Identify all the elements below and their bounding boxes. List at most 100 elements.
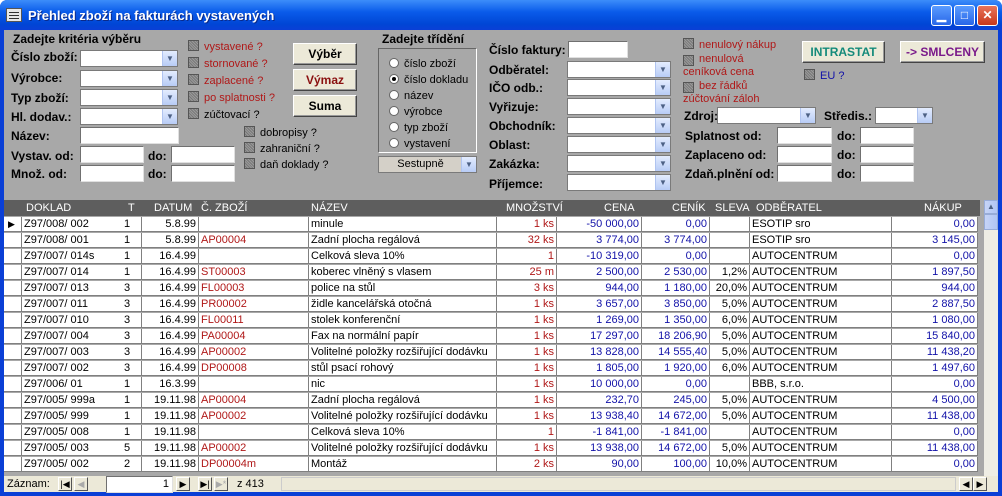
check-stornovane[interactable]: stornované ? [188,57,268,70]
table-cell[interactable]: 1 [122,393,142,408]
chevron-down-icon[interactable]: ▼ [917,108,932,123]
col-odberatel[interactable]: ODBĚRATEL [756,202,822,214]
table-cell[interactable]: 1 ks [497,345,557,360]
table-cell[interactable]: Z97/005/ 002 [22,457,124,472]
table-cell[interactable]: 3 ks [497,281,557,296]
row-selector[interactable] [4,297,22,312]
table-cell[interactable]: Z97/005/ 003 [22,441,124,456]
maximize-button[interactable]: □ [954,5,975,26]
table-cell[interactable]: 2 [122,457,142,472]
table-cell[interactable]: 32 ks [497,233,557,248]
table-cell[interactable]: 1 ks [497,377,557,392]
col-nakup[interactable]: NÁKUP [924,202,962,214]
col-t[interactable]: T [128,202,135,214]
check-eu[interactable]: EU ? [804,69,844,82]
table-cell[interactable]: Z97/007/ 011 [22,297,124,312]
row-selector[interactable] [4,345,22,360]
col-cenik[interactable]: CENÍK [672,202,706,214]
table-cell[interactable]: 3 [122,297,142,312]
table-cell[interactable]: -1 841,00 [557,425,642,440]
scroll-right-icon[interactable]: ▶ [973,477,987,491]
chevron-down-icon[interactable]: ▼ [655,99,670,114]
table-cell[interactable]: AP00002 [199,441,309,456]
table-cell[interactable]: 1 [122,425,142,440]
table-cell[interactable] [199,425,309,440]
table-cell[interactable]: 17 297,00 [557,329,642,344]
table-cell[interactable]: 16.4.99 [142,313,199,328]
table-cell[interactable]: 0,00 [642,377,710,392]
table-cell[interactable]: Montáž [309,457,497,472]
table-row[interactable]: Z97/007/ 014 1 16.4.99 ST00003 koberec vlněn… [4,265,980,281]
ico-combo[interactable]: ▼ [567,79,671,96]
table-cell[interactable]: 1 180,00 [642,281,710,296]
table-cell[interactable]: 1 ks [497,217,557,232]
table-cell[interactable]: 19.11.98 [142,425,199,440]
table-cell[interactable]: 5.8.99 [142,217,199,232]
splatnost-od-input[interactable] [777,127,832,144]
table-row[interactable]: Z97/005/ 008 1 19.11.98 Celková sleva 10% 1-… [4,425,980,441]
chevron-down-icon[interactable]: ▼ [162,109,177,124]
table-row[interactable]: Z97/005/ 002 2 19.11.98 DP00004m Montáž 2 ks 9… [4,457,980,473]
table-cell[interactable]: 3 774,00 [642,233,710,248]
table-cell[interactable]: 2 500,00 [557,265,642,280]
zdroj-combo[interactable]: ▼ [717,107,816,124]
chevron-down-icon[interactable]: ▼ [655,80,670,95]
table-cell[interactable]: 1 ks [497,393,557,408]
table-cell[interactable]: 1 897,50 [892,265,978,280]
last-record-icon[interactable]: ▶| [198,477,212,491]
row-selector[interactable] [4,393,22,408]
oblast-combo[interactable]: ▼ [567,136,671,153]
sort-order-combo[interactable]: Sestupně ▼ [378,156,477,173]
table-cell[interactable]: Z97/007/ 014 [22,265,124,280]
table-cell[interactable]: Celková sleva 10% [309,425,497,440]
horizontal-scrollbar[interactable] [281,477,956,491]
close-button[interactable]: ✕ [977,5,998,26]
row-selector[interactable] [4,313,22,328]
check-dobropisy[interactable]: dobropisy ? [244,126,317,139]
table-cell[interactable]: AP00002 [199,409,309,424]
col-cena[interactable]: CENA [604,202,635,214]
table-cell[interactable]: 2 530,00 [642,265,710,280]
table-cell[interactable]: AP00002 [199,345,309,360]
table-cell[interactable]: 16.4.99 [142,345,199,360]
check-vystavene[interactable]: vystavené ? [188,40,263,53]
table-cell[interactable]: -10 319,00 [557,249,642,264]
table-cell[interactable]: AUTOCENTRUM [750,345,892,360]
stredis-combo[interactable]: ▼ [875,107,933,124]
table-cell[interactable]: židle kancelářská otočná [309,297,497,312]
table-row[interactable]: Z97/008/ 001 1 5.8.99 AP00004 Zadní plocha r… [4,233,980,249]
table-cell[interactable]: Z97/007/ 002 [22,361,124,376]
table-cell[interactable]: DP00008 [199,361,309,376]
check-dan-doklady[interactable]: daň doklady ? [244,158,329,171]
table-cell[interactable]: AP00004 [199,233,309,248]
table-cell[interactable]: AUTOCENTRUM [750,313,892,328]
vymaz-button[interactable]: Výmaz [293,69,357,91]
table-cell[interactable]: 25 m [497,265,557,280]
table-cell[interactable]: 90,00 [557,457,642,472]
table-cell[interactable]: 0,00 [642,249,710,264]
table-cell[interactable] [199,217,309,232]
table-cell[interactable]: 5,0% [710,329,750,344]
table-row[interactable]: Z97/005/ 999a 1 19.11.98 AP00004 Zadní ploch… [4,393,980,409]
table-cell[interactable]: 19.11.98 [142,409,199,424]
table-cell[interactable]: Z97/006/ 01 [22,377,124,392]
check-zahranicni[interactable]: zahraniční ? [244,142,320,155]
table-cell[interactable]: FL00003 [199,281,309,296]
table-row[interactable]: Z97/007/ 003 3 16.4.99 AP00002 Volitelné pol… [4,345,980,361]
table-cell[interactable]: 16.4.99 [142,329,199,344]
vystav-do-input[interactable] [171,146,235,163]
obchodnik-combo[interactable]: ▼ [567,117,671,134]
table-cell[interactable]: FL00011 [199,313,309,328]
table-cell[interactable]: 16.4.99 [142,249,199,264]
table-cell[interactable]: 6,0% [710,361,750,376]
table-cell[interactable]: 1 920,00 [642,361,710,376]
scroll-left-icon[interactable]: ◀ [959,477,973,491]
cislo-zbozi-combo[interactable]: ▼ [80,50,178,67]
suma-button[interactable]: Suma [293,95,357,117]
table-cell[interactable]: 100,00 [642,457,710,472]
table-cell[interactable]: BBB, s.r.o. [750,377,892,392]
scroll-up-icon[interactable]: ▲ [984,200,998,214]
table-cell[interactable]: 3 [122,345,142,360]
table-cell[interactable]: 14 672,00 [642,441,710,456]
table-cell[interactable]: 1 ks [497,409,557,424]
